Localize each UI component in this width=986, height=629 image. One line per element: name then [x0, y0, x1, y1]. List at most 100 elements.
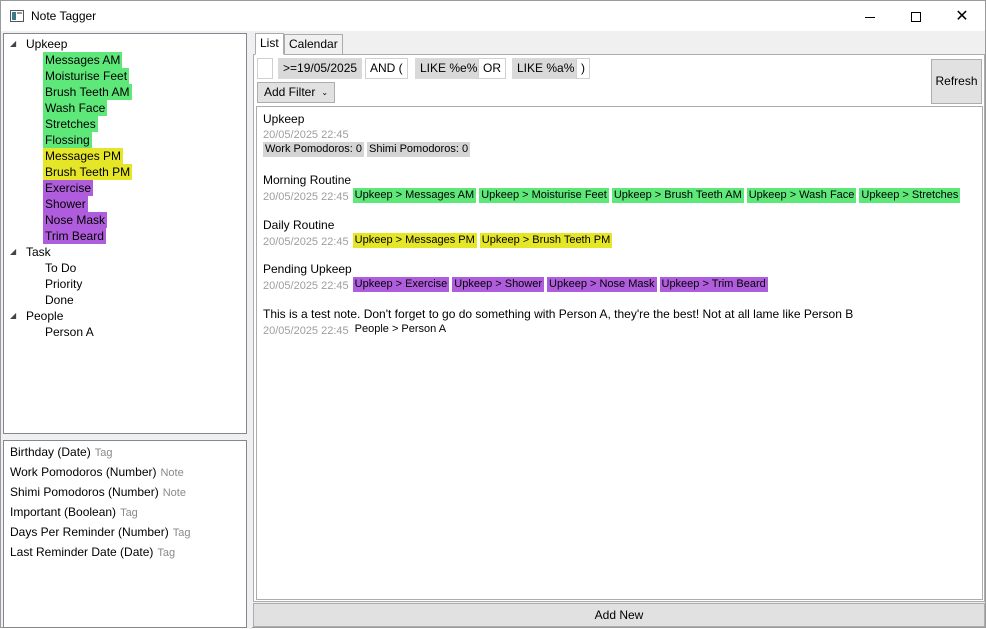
note-date: 20/05/2025 22:45: [263, 325, 349, 337]
note-tag[interactable]: Upkeep > Messages PM: [352, 233, 477, 248]
tree-item[interactable]: Wash Face: [43, 100, 108, 116]
maximize-button[interactable]: [893, 1, 939, 31]
tree-item-label: Brush Teeth PM: [43, 164, 133, 180]
filter-chip[interactable]: ): [576, 58, 590, 79]
note-title: Pending Upkeep: [263, 262, 352, 276]
tree-item[interactable]: Shower: [43, 196, 88, 212]
tree-item[interactable]: Messages PM: [43, 148, 124, 164]
field-name: Important (Boolean): [10, 505, 117, 519]
expand-arrow-icon[interactable]: ◢: [10, 36, 20, 52]
note-tag[interactable]: Upkeep > Wash Face: [746, 188, 857, 203]
tree-item[interactable]: Brush Teeth AM: [43, 84, 132, 100]
field-item[interactable]: Important (Boolean) Tag: [10, 502, 138, 522]
note-tag[interactable]: Upkeep > Brush Teeth PM: [479, 233, 613, 248]
tree-item-label: Messages PM: [43, 148, 124, 164]
add-new-button[interactable]: Add New: [253, 603, 985, 627]
filter-chip[interactable]: OR: [478, 58, 506, 79]
tree-item-label: Messages AM: [43, 52, 123, 68]
minimize-icon: [865, 16, 875, 18]
note-meta-row: 20/05/2025 22:45 Upkeep > Messages PM Upke…: [263, 233, 615, 249]
app-icon: [10, 10, 24, 22]
note-title: Morning Routine: [263, 173, 352, 187]
field-item[interactable]: Work Pomodoros (Number) Note: [10, 462, 184, 482]
tree-item[interactable]: Stretches: [43, 116, 98, 132]
tab-calendar[interactable]: Calendar: [284, 34, 343, 55]
add-filter-dropdown[interactable]: Add Filter ⌄: [257, 82, 336, 103]
note-title: Upkeep: [263, 112, 305, 126]
field-kind: Tag: [172, 527, 191, 539]
expand-arrow-icon[interactable]: ◢: [10, 308, 20, 324]
note-tags: Work Pomodoros: 0 Shimi Pomodoros: 0: [263, 142, 473, 158]
tree-item[interactable]: Priority: [43, 276, 84, 292]
tree-item[interactable]: Flossing: [43, 132, 92, 148]
tree-item-label: Done: [45, 293, 74, 307]
tree-item[interactable]: Person A: [43, 324, 96, 340]
close-icon: ✕: [955, 8, 969, 25]
note-tag[interactable]: Upkeep > Trim Beard: [659, 277, 768, 292]
note-tag[interactable]: Upkeep > Exercise: [352, 277, 450, 292]
tree-item-label: Brush Teeth AM: [43, 84, 132, 100]
tree-item[interactable]: Exercise: [43, 180, 94, 196]
field-name: Last Reminder Date (Date): [10, 545, 154, 559]
note-tag[interactable]: Upkeep > Messages AM: [352, 188, 477, 203]
notes-list[interactable]: Upkeep 20/05/2025 22:45 Work Pomodoros: 0S…: [256, 106, 983, 600]
field-item[interactable]: Days Per Reminder (Number) Tag: [10, 522, 190, 542]
note-tag[interactable]: Upkeep > Stretches: [859, 188, 961, 203]
tree-item[interactable]: Moisturise Feet: [43, 68, 130, 84]
filter-chip[interactable]: LIKE %a%: [512, 58, 580, 79]
tree-item-label: Nose Mask: [43, 212, 108, 228]
tag-tree[interactable]: ◢ Upkeep Messages AM Moisturise Feet Brush T…: [3, 33, 247, 434]
note-tag[interactable]: Upkeep > Shower: [452, 277, 545, 292]
field-item[interactable]: Birthday (Date) Tag: [10, 442, 112, 462]
note-title: This is a test note. Don't forget to go …: [263, 307, 854, 321]
tree-item-label: Wash Face: [43, 100, 108, 116]
tree-item[interactable]: ◢ Upkeep: [10, 36, 69, 52]
tree-item[interactable]: Nose Mask: [43, 212, 108, 228]
tab-list-label: List: [260, 36, 279, 50]
tab-list[interactable]: List: [255, 33, 284, 55]
filter-chip[interactable]: [257, 58, 273, 79]
tree-item-label: People: [26, 309, 64, 323]
note-tag[interactable]: Upkeep > Moisturise Feet: [479, 188, 609, 203]
note-date: 20/05/2025 22:45: [263, 280, 349, 292]
tree-item[interactable]: Done: [43, 292, 76, 308]
field-kind: Tag: [157, 547, 176, 559]
tree-item-label: Shower: [43, 196, 88, 212]
tree-item-label: Stretches: [43, 116, 98, 132]
close-button[interactable]: ✕: [939, 1, 985, 31]
field-item[interactable]: Shimi Pomodoros (Number) Note: [10, 482, 186, 502]
tree-item[interactable]: Brush Teeth PM: [43, 164, 133, 180]
fields-list[interactable]: Birthday (Date) Tag Work Pomodoros (Number…: [3, 440, 247, 628]
note-tag[interactable]: Upkeep > Nose Mask: [547, 277, 657, 292]
tree-item[interactable]: Messages AM: [43, 52, 123, 68]
note-tag[interactable]: Work Pomodoros: 0: [263, 142, 365, 157]
title-bar: Note Tagger ✕: [1, 1, 985, 31]
tree-item[interactable]: To Do: [43, 260, 78, 276]
tree-item[interactable]: ◢ People: [10, 308, 65, 324]
tree-item-label: Trim Beard: [43, 228, 106, 244]
note-title: Daily Routine: [263, 218, 335, 232]
note-meta-row: 20/05/2025 22:45 People > Person A: [263, 322, 451, 338]
filter-chip[interactable]: >=19/05/2025: [278, 58, 363, 79]
tree-item[interactable]: ◢ Task: [10, 244, 53, 260]
note-tag[interactable]: Upkeep > Brush Teeth AM: [611, 188, 744, 203]
maximize-icon: [911, 12, 921, 23]
expand-arrow-icon[interactable]: ◢: [10, 244, 20, 260]
field-name: Birthday (Date): [10, 445, 91, 459]
field-name: Shimi Pomodoros (Number): [10, 485, 159, 499]
refresh-button[interactable]: Refresh: [931, 59, 982, 104]
tree-item[interactable]: Trim Beard: [43, 228, 106, 244]
filter-chip[interactable]: LIKE %e%: [415, 58, 483, 79]
note-tag[interactable]: People > Person A: [353, 322, 448, 337]
note-tag[interactable]: Shimi Pomodoros: 0: [367, 142, 471, 157]
field-kind: Tag: [120, 507, 138, 519]
minimize-button[interactable]: [847, 1, 893, 31]
field-name: Work Pomodoros (Number): [10, 465, 157, 479]
tree-item-label: Flossing: [43, 132, 92, 148]
tree-item-label: Priority: [45, 277, 83, 291]
filter-chip[interactable]: AND (: [365, 58, 408, 79]
field-item[interactable]: Last Reminder Date (Date) Tag: [10, 542, 175, 562]
panel-splitter[interactable]: [247, 31, 252, 629]
field-kind: Note: [162, 487, 186, 499]
note-meta-row: 20/05/2025 22:45 Upkeep > Messages AM Upke…: [263, 188, 963, 204]
